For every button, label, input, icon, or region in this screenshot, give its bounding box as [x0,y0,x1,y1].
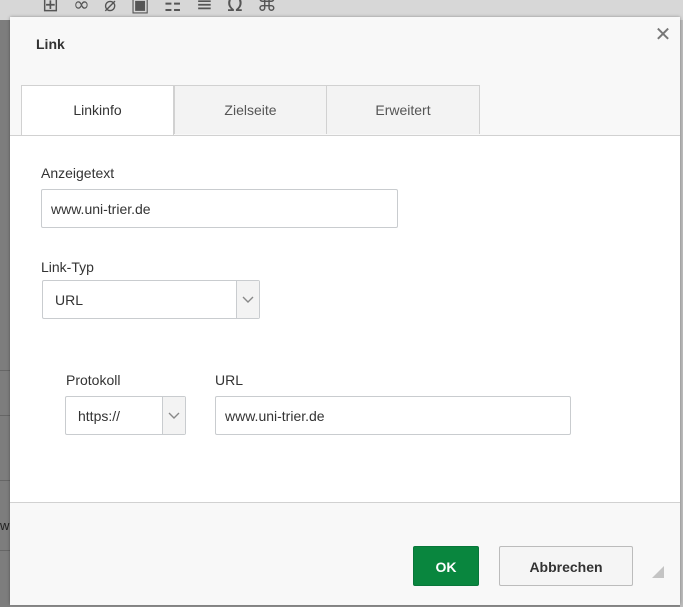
display-text-input[interactable] [41,189,398,228]
dialog-title-bar[interactable]: Link ✕ [10,17,680,69]
protocol-label: Protokoll [66,372,121,388]
image-icon: ▣ [130,0,154,16]
editor-background-left: w [0,20,10,607]
link-type-value: URL [55,292,84,308]
tab-erweitert[interactable]: Erweitert [326,85,480,134]
dialog-tabs: Linkinfo Zielseite Erweitert [10,69,680,136]
display-text-label: Anzeigetext [41,165,115,181]
bg-divider [0,415,10,416]
bg-divider [0,370,10,371]
link-type-select[interactable]: URL [42,280,260,319]
link-type-label: Link-Typ [41,259,94,275]
editor-toolbar-icons: ⊞ ∞ ⌀ ▣ ☷ ≡ Ω ⌘ [42,0,281,16]
unlink-icon: ⌀ [104,0,121,16]
dialog-title: Link [36,36,65,52]
bg-divider [0,550,10,551]
dialog-footer: OK Abbrechen [10,502,680,605]
url-label: URL [215,372,244,388]
ok-button[interactable]: OK [413,546,479,586]
hr-icon: ≡ [196,0,217,16]
tab-linkinfo[interactable]: Linkinfo [21,85,174,135]
format-icon: ⊞ [42,0,63,16]
link-icon: ∞ [73,0,94,16]
tab-zielseite[interactable]: Zielseite [174,85,327,134]
table-icon: ☷ [163,0,186,16]
maximize-icon: ⌘ [256,0,281,16]
resize-handle-icon[interactable] [652,565,664,578]
link-dialog: Link ✕ Linkinfo Zielseite Erweitert Anze… [10,17,680,605]
protocol-value: https:// [78,408,121,424]
url-input[interactable] [215,396,571,435]
bg-text-fragment: w [0,518,10,533]
chevron-down-icon[interactable] [236,281,259,318]
special-char-icon: Ω [227,0,247,16]
protocol-select[interactable]: https:// [65,396,186,435]
bg-divider [0,480,10,481]
chevron-down-icon[interactable] [162,397,185,434]
cancel-button[interactable]: Abbrechen [499,546,633,586]
close-icon[interactable]: ✕ [653,24,673,44]
